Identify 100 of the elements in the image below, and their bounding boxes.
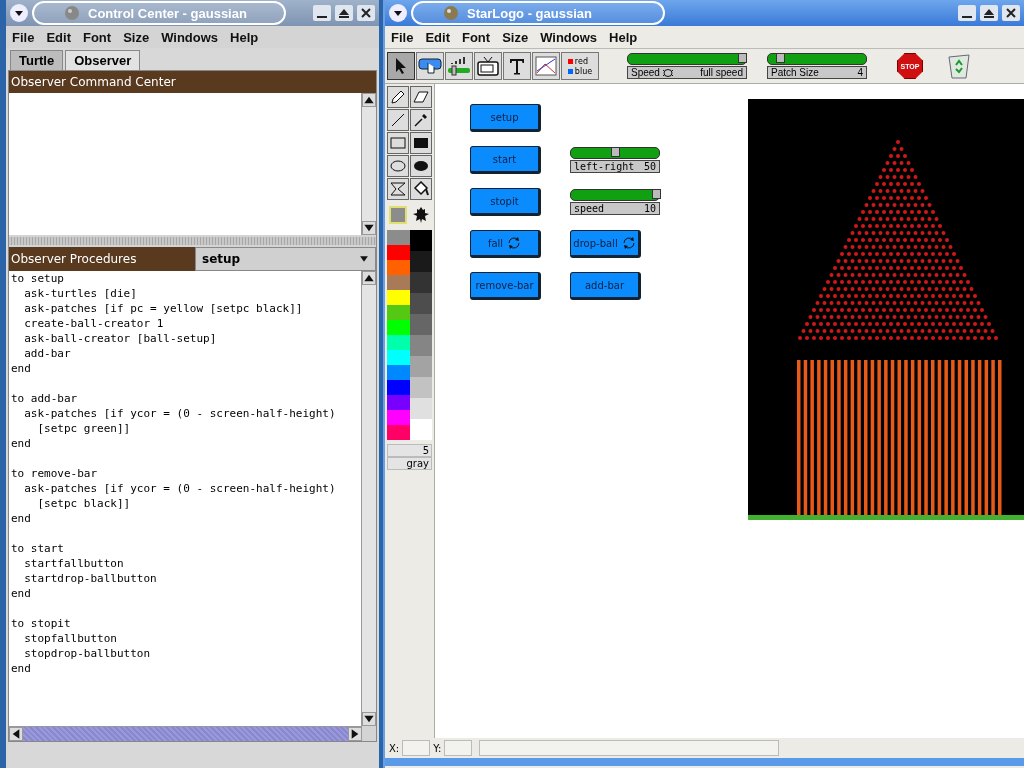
- vertical-scrollbar[interactable]: [361, 271, 376, 726]
- color-swatch[interactable]: [409, 230, 432, 251]
- eyedropper-icon: [414, 113, 428, 127]
- ellipse-tool-button[interactable]: [387, 155, 409, 177]
- scroll-up-icon[interactable]: [362, 93, 376, 107]
- recycle-bin-icon[interactable]: [947, 53, 971, 79]
- slider-track[interactable]: [570, 189, 660, 201]
- toolbar-button[interactable]: red blue: [561, 52, 599, 80]
- color-swatch[interactable]: [409, 419, 432, 440]
- slider-thumb[interactable]: [776, 53, 786, 63]
- color-swatch[interactable]: [387, 425, 410, 440]
- logo-button[interactable]: add-bar: [570, 272, 641, 300]
- color-swatch[interactable]: [409, 398, 432, 419]
- window-menu-icon[interactable]: [10, 4, 28, 22]
- scroll-left-icon[interactable]: [9, 727, 23, 741]
- color-swatch[interactable]: [409, 251, 432, 272]
- slider-value: 4: [857, 67, 863, 78]
- legend-label: red: [574, 56, 588, 66]
- color-swatch[interactable]: [409, 377, 432, 398]
- filled-rectangle-tool-button[interactable]: [410, 132, 432, 154]
- tab[interactable]: Observer: [65, 50, 141, 70]
- close-icon[interactable]: [1002, 5, 1020, 21]
- logo-button[interactable]: fall: [470, 230, 541, 258]
- horizontal-scrollbar[interactable]: [9, 726, 362, 741]
- color-swatch[interactable]: [409, 272, 432, 293]
- scroll-up-icon[interactable]: [362, 271, 376, 285]
- color-swatch[interactable]: [409, 314, 432, 335]
- menu-item[interactable]: Edit: [46, 29, 71, 45]
- color-swatch[interactable]: [409, 335, 432, 356]
- line-tool-button[interactable]: [387, 109, 409, 131]
- slider-track[interactable]: [627, 53, 747, 65]
- color-swatch[interactable]: [387, 320, 410, 335]
- slider-thumb[interactable]: [610, 147, 620, 157]
- pencil-tool-button[interactable]: [387, 86, 409, 108]
- color-swatch[interactable]: [387, 350, 410, 365]
- color-swatch[interactable]: [387, 260, 410, 275]
- toolbar-button[interactable]: [445, 52, 473, 80]
- menu-item[interactable]: Size: [123, 29, 150, 45]
- menu-item[interactable]: Windows: [161, 29, 219, 45]
- panel-header: Observer Command Center: [9, 71, 376, 93]
- color-swatch[interactable]: [387, 335, 410, 350]
- logo-button[interactable]: remove-bar: [470, 272, 541, 300]
- vertical-scrollbar[interactable]: [361, 93, 376, 235]
- legend-label: blue: [574, 66, 593, 76]
- color-swatch[interactable]: [387, 230, 410, 245]
- menu-item[interactable]: Font: [82, 29, 112, 45]
- turtle-icon[interactable]: [411, 206, 430, 224]
- toolbar-button[interactable]: [503, 52, 531, 80]
- scroll-down-icon[interactable]: [362, 221, 376, 235]
- color-swatch[interactable]: [387, 290, 410, 305]
- tab[interactable]: Turtle: [10, 50, 64, 70]
- color-swatch[interactable]: [387, 395, 410, 410]
- logo-button[interactable]: setup: [470, 104, 541, 132]
- menu-item[interactable]: Size: [502, 29, 529, 45]
- color-swatch[interactable]: [387, 275, 410, 290]
- menu-item[interactable]: Help: [230, 29, 259, 45]
- maximize-icon[interactable]: [335, 5, 353, 21]
- polygon-tool-button[interactable]: [387, 178, 409, 200]
- logo-button[interactable]: drop-ball: [570, 230, 641, 258]
- color-swatch[interactable]: [387, 245, 410, 260]
- color-swatch[interactable]: [387, 410, 410, 425]
- menu-item[interactable]: File: [391, 29, 414, 45]
- menu-item[interactable]: Help: [609, 29, 638, 45]
- color-swatch[interactable]: [409, 356, 432, 377]
- scroll-right-icon[interactable]: [348, 727, 362, 741]
- forever-loop-icon: [507, 237, 522, 249]
- logo-button[interactable]: stopit: [470, 188, 541, 216]
- toolbar-button[interactable]: [474, 52, 502, 80]
- menu-item[interactable]: Font: [461, 29, 491, 45]
- minimize-icon[interactable]: [313, 5, 331, 21]
- color-swatch[interactable]: [387, 305, 410, 320]
- slider-thumb[interactable]: [651, 189, 661, 199]
- menu-item[interactable]: Edit: [425, 29, 450, 45]
- filled-ellipse-tool-button[interactable]: [410, 155, 432, 177]
- slider-thumb[interactable]: [737, 53, 747, 63]
- toolbar-button[interactable]: [387, 52, 415, 80]
- rectangle-tool-button[interactable]: [387, 132, 409, 154]
- procedure-dropdown[interactable]: setup: [195, 247, 376, 271]
- menu-item[interactable]: Windows: [540, 29, 598, 45]
- graph-icon: [535, 56, 557, 76]
- color-swatch[interactable]: [387, 380, 410, 395]
- maximize-icon[interactable]: [980, 5, 998, 21]
- current-color-swatch[interactable]: [389, 206, 408, 224]
- slider-track[interactable]: [767, 53, 867, 65]
- paint-bucket-tool-button[interactable]: [410, 178, 432, 200]
- logo-button[interactable]: start: [470, 146, 541, 174]
- slider-tool-icon: [447, 56, 471, 76]
- close-icon[interactable]: [357, 5, 375, 21]
- eyedropper-tool-button[interactable]: [410, 109, 432, 131]
- splitter-handle[interactable]: [9, 237, 376, 245]
- slider-track[interactable]: [570, 147, 660, 159]
- eraser-tool-button[interactable]: [410, 86, 432, 108]
- window-menu-icon[interactable]: [389, 4, 407, 22]
- scroll-down-icon[interactable]: [362, 712, 376, 726]
- color-swatch[interactable]: [409, 293, 432, 314]
- color-swatch[interactable]: [387, 365, 410, 380]
- button-tool-icon: [418, 56, 442, 76]
- toolbar-button[interactable]: [416, 52, 444, 80]
- minimize-icon[interactable]: [958, 5, 976, 21]
- menu-item[interactable]: File: [12, 29, 35, 45]
